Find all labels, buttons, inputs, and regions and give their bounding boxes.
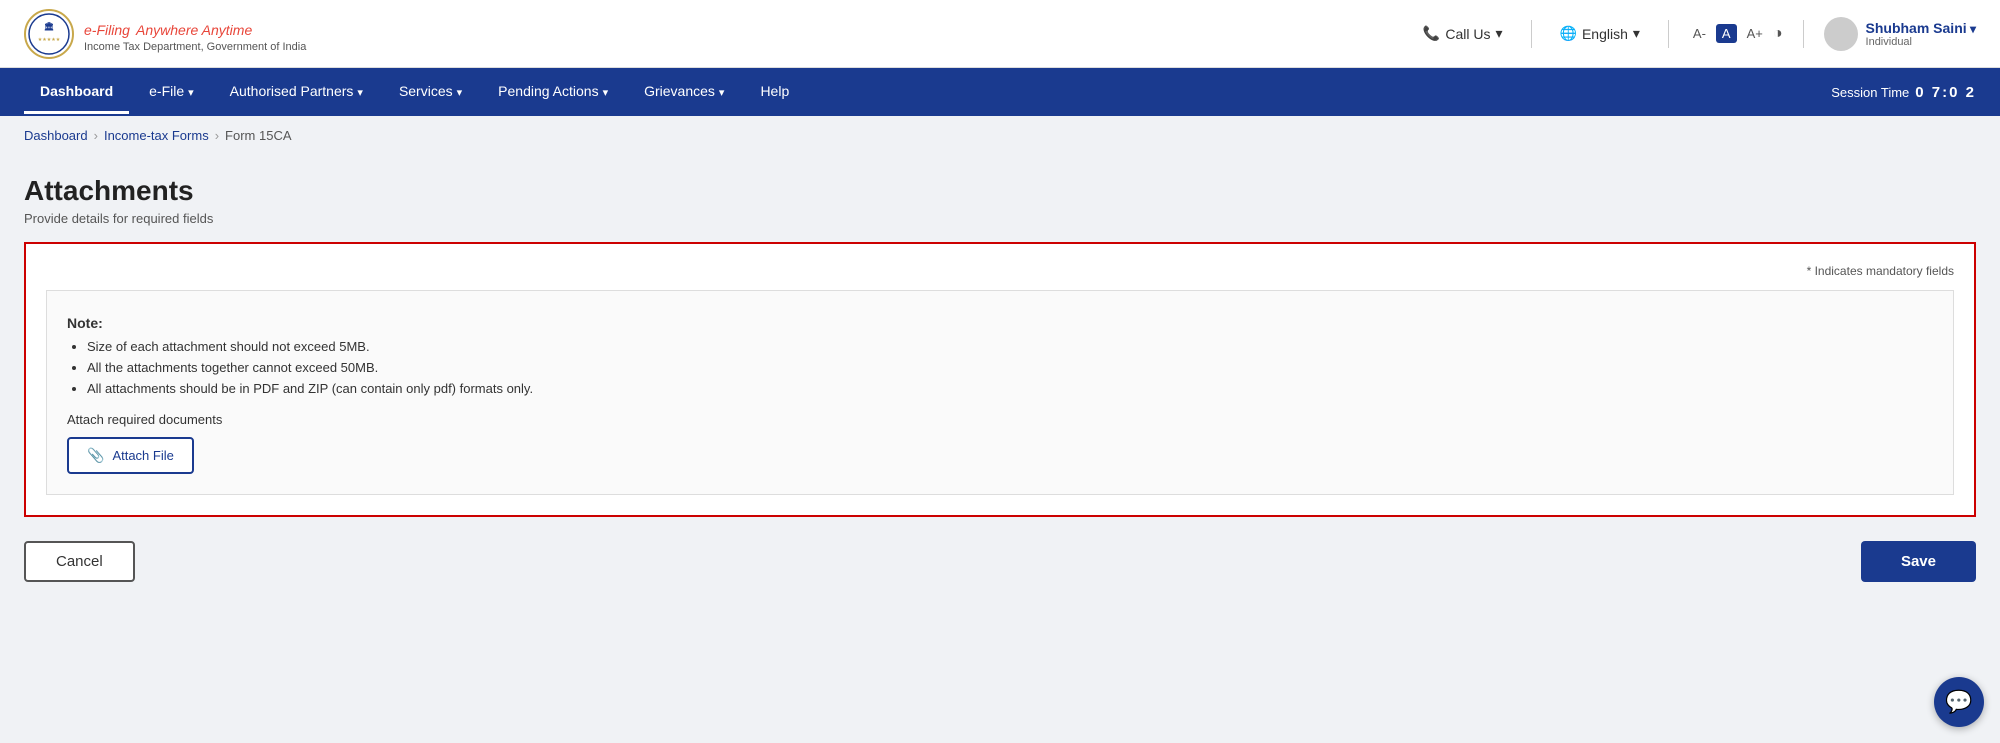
nav-item-help[interactable]: Help: [744, 71, 805, 114]
divider: [1531, 20, 1532, 48]
svg-text:★★★★★: ★★★★★: [38, 37, 61, 43]
user-name: Shubham Saini: [1866, 20, 1976, 36]
user-info: Shubham Saini Individual: [1866, 20, 1976, 48]
attach-documents-label: Attach required documents: [67, 412, 1933, 427]
session-time-label: Session Time: [1831, 85, 1909, 100]
partners-arrow-icon: [357, 83, 363, 99]
logo-subtitle: Income Tax Department, Government of Ind…: [84, 41, 306, 53]
phone-icon: [1423, 25, 1440, 42]
logo-text: e-Filing Anywhere Anytime Income Tax Dep…: [84, 15, 306, 53]
services-arrow-icon: [457, 83, 463, 99]
avatar: [1824, 17, 1858, 51]
font-increase-button[interactable]: A+: [1743, 24, 1767, 43]
main-content: Attachments Provide details for required…: [0, 155, 2000, 642]
svg-text:🏛: 🏛: [44, 21, 54, 31]
note-item-2: All the attachments together cannot exce…: [87, 360, 1933, 375]
logo-tagline: Anywhere Anytime: [136, 22, 252, 38]
logo-brand: e-Filing Anywhere Anytime: [84, 15, 306, 41]
chatbot-widget[interactable]: 💬: [1934, 677, 1984, 727]
note-list: Size of each attachment should not excee…: [67, 339, 1933, 396]
chatbot-icon: 💬: [1945, 689, 1972, 715]
site-header: 🏛 ★★★★★ e-Filing Anywhere Anytime Income…: [0, 0, 2000, 68]
efile-arrow-icon: [188, 83, 194, 99]
paperclip-icon: 📎: [87, 447, 104, 464]
nav-item-authorised-partners[interactable]: Authorised Partners: [214, 71, 379, 114]
note-item-1: Size of each attachment should not excee…: [87, 339, 1933, 354]
font-controls: A- A A+ ◑: [1689, 24, 1783, 43]
divider-3: [1803, 20, 1804, 48]
logo-area: 🏛 ★★★★★ e-Filing Anywhere Anytime Income…: [24, 9, 306, 59]
call-us-button[interactable]: Call Us ▾: [1415, 21, 1511, 46]
language-button[interactable]: English ▾: [1552, 21, 1648, 46]
breadcrumb-income-tax-forms[interactable]: Income-tax Forms: [104, 128, 209, 143]
note-item-3: All attachments should be in PDF and ZIP…: [87, 381, 1933, 396]
emblem-icon: 🏛 ★★★★★: [24, 9, 74, 59]
footer-actions: Cancel Save: [24, 541, 1976, 602]
nav-item-efile[interactable]: e-File: [133, 71, 210, 114]
page-subtitle: Provide details for required fields: [24, 211, 1976, 226]
note-label: Note:: [67, 315, 1933, 331]
nav-item-pending-actions[interactable]: Pending Actions: [482, 71, 624, 114]
divider-2: [1668, 20, 1669, 48]
mandatory-note: * Indicates mandatory fields: [46, 264, 1954, 278]
nav-item-grievances[interactable]: Grievances: [628, 71, 740, 114]
main-navbar: Dashboard e-File Authorised Partners Ser…: [0, 68, 2000, 116]
breadcrumb-dashboard[interactable]: Dashboard: [24, 128, 88, 143]
session-digits: 0 7:0 2: [1915, 84, 1976, 101]
breadcrumb-sep-2: ›: [215, 128, 219, 143]
globe-icon: [1560, 25, 1577, 42]
call-us-arrow-icon: ▾: [1495, 25, 1502, 42]
nav-item-services[interactable]: Services: [383, 71, 478, 114]
attachments-section: * Indicates mandatory fields Note: Size …: [24, 242, 1976, 517]
attach-file-button[interactable]: 📎 Attach File: [67, 437, 194, 474]
page-title: Attachments: [24, 175, 1976, 207]
breadcrumb-sep-1: ›: [94, 128, 98, 143]
nav-items: Dashboard e-File Authorised Partners Ser…: [24, 71, 805, 114]
user-role: Individual: [1866, 36, 1976, 48]
session-time: Session Time 0 7:0 2: [1831, 84, 1976, 101]
pending-arrow-icon: [603, 83, 609, 99]
font-default-button[interactable]: A: [1716, 24, 1737, 43]
attach-file-label: Attach File: [112, 448, 173, 463]
language-arrow-icon: ▾: [1633, 25, 1640, 42]
cancel-button[interactable]: Cancel: [24, 541, 135, 582]
contrast-button[interactable]: ◑: [1773, 25, 1783, 43]
language-label: English: [1582, 26, 1628, 42]
header-right: Call Us ▾ English ▾ A- A A+ ◑ Shubham Sa…: [1415, 17, 1976, 51]
nav-item-dashboard[interactable]: Dashboard: [24, 71, 129, 114]
save-button[interactable]: Save: [1861, 541, 1976, 582]
breadcrumb: Dashboard › Income-tax Forms › Form 15CA: [0, 116, 2000, 155]
font-decrease-button[interactable]: A-: [1689, 24, 1710, 43]
call-us-label: Call Us: [1445, 26, 1490, 42]
user-menu[interactable]: Shubham Saini Individual: [1824, 17, 1976, 51]
attachments-card: Note: Size of each attachment should not…: [46, 290, 1954, 495]
grievances-arrow-icon: [719, 83, 725, 99]
note-section: Note: Size of each attachment should not…: [67, 315, 1933, 396]
breadcrumb-current: Form 15CA: [225, 128, 291, 143]
